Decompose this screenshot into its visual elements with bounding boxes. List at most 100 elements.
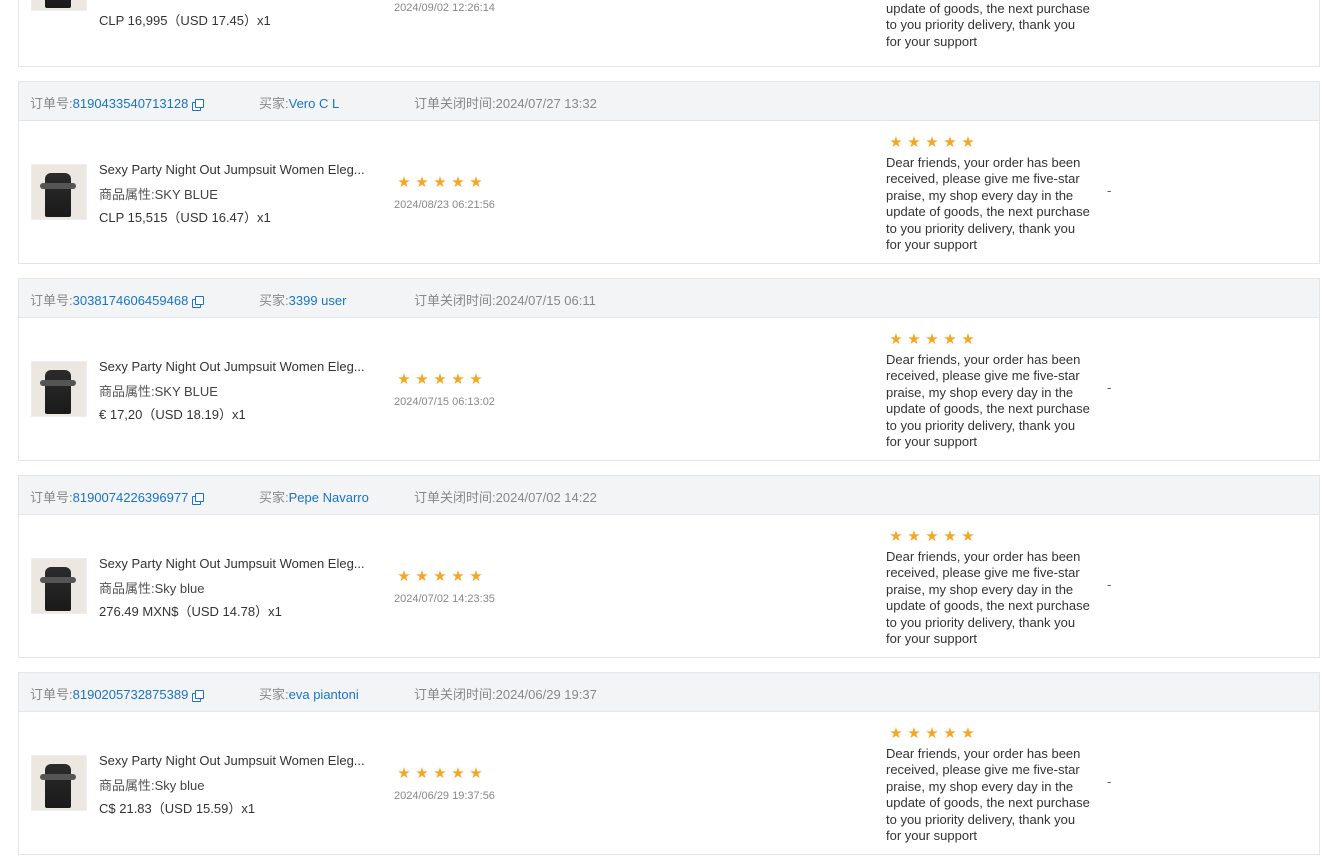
product-thumbnail[interactable] bbox=[31, 164, 87, 220]
seller-rating-stars: ★ ★ ★ ★ ★ bbox=[889, 331, 979, 348]
order-header: 订单号:8190205732875389 买家:eva piantoni 订单关… bbox=[19, 673, 1319, 712]
attribute-value: Sky blue bbox=[154, 778, 205, 793]
order-card: 订单号:3038174606459468 买家:3399 user 订单关闭时间… bbox=[18, 278, 1320, 461]
action-placeholder: - bbox=[1107, 577, 1112, 592]
order-body: Sexy Party Night Out Jumpsuit Women Eleg… bbox=[19, 515, 1319, 657]
star-icon: ★ bbox=[397, 765, 411, 782]
buyer-link[interactable]: Vero C L bbox=[289, 96, 340, 111]
product-attribute: 商品属性:SKY BLUE bbox=[99, 184, 218, 203]
buyer-group: 买家:Pepe Navarro bbox=[259, 487, 369, 506]
star-icon: ★ bbox=[943, 331, 957, 348]
order-number-link[interactable]: 8190433540713128 bbox=[73, 96, 189, 111]
star-icon: ★ bbox=[889, 331, 903, 348]
seller-reply: Dear friends, your order has been receiv… bbox=[886, 352, 1090, 450]
order-number-group: 订单号:8190074226396977 bbox=[30, 487, 205, 506]
order-header: 订单号:3038174606459468 买家:3399 user 订单关闭时间… bbox=[19, 279, 1319, 318]
buyer-link[interactable]: Pepe Navarro bbox=[289, 490, 369, 505]
order-number-label: 订单号: bbox=[30, 96, 73, 111]
product-name-link[interactable]: Sexy Party Night Out Jumpsuit Women Eleg… bbox=[99, 753, 365, 768]
star-icon: ★ bbox=[907, 528, 921, 545]
star-icon: ★ bbox=[943, 134, 957, 151]
action-placeholder: - bbox=[1107, 774, 1112, 789]
product-thumbnail[interactable] bbox=[31, 755, 87, 811]
seller-reply: Dear friends, your order has been receiv… bbox=[886, 155, 1090, 253]
star-icon: ★ bbox=[397, 568, 411, 585]
star-icon: ★ bbox=[433, 174, 447, 191]
product-thumbnail[interactable] bbox=[31, 361, 87, 417]
attribute-label: 商品属性: bbox=[99, 187, 155, 202]
star-icon: ★ bbox=[925, 725, 939, 742]
star-icon: ★ bbox=[415, 371, 429, 388]
star-icon: ★ bbox=[397, 174, 411, 191]
star-icon: ★ bbox=[415, 174, 429, 191]
star-icon: ★ bbox=[433, 568, 447, 585]
review-date: 2024/07/15 06:13:02 bbox=[394, 396, 495, 408]
product-name-link[interactable]: Sexy Party Night Out Jumpsuit Women Eleg… bbox=[99, 556, 365, 571]
buyer-rating-stars: ★ ★ ★ ★ ★ bbox=[397, 371, 487, 388]
attribute-value: Sky blue bbox=[154, 581, 205, 596]
order-number-link[interactable]: 8190074226396977 bbox=[73, 490, 189, 505]
buyer-link[interactable]: eva piantoni bbox=[289, 687, 359, 702]
review-date: 2024/08/23 06:21:56 bbox=[394, 199, 495, 211]
order-body: Sexy Party Night Out Jumpsuit Women Eleg… bbox=[19, 121, 1319, 263]
star-icon: ★ bbox=[907, 331, 921, 348]
buyer-rating-stars: ★ ★ ★ ★ ★ bbox=[397, 765, 487, 782]
product-thumbnail[interactable] bbox=[31, 0, 87, 11]
order-card-partial: CLP 16,995（USD 17.45）x1 2024/09/02 12:26… bbox=[18, 0, 1320, 67]
star-icon: ★ bbox=[907, 134, 921, 151]
copy-icon[interactable] bbox=[192, 690, 205, 702]
seller-reply: Dear friends, your order has been receiv… bbox=[886, 746, 1090, 844]
product-price: CLP 15,515（USD 16.47）x1 bbox=[99, 210, 271, 225]
closed-time-group: 订单关闭时间:2024/07/27 13:32 bbox=[414, 93, 597, 112]
star-icon: ★ bbox=[469, 174, 483, 191]
order-number-link[interactable]: 8190205732875389 bbox=[73, 687, 189, 702]
buyer-link[interactable]: 3399 user bbox=[289, 293, 347, 308]
seller-rating-stars: ★ ★ ★ ★ ★ bbox=[889, 134, 979, 151]
product-attribute: 商品属性:Sky blue bbox=[99, 775, 205, 794]
attribute-label: 商品属性: bbox=[99, 581, 155, 596]
star-icon: ★ bbox=[415, 568, 429, 585]
copy-icon[interactable] bbox=[192, 296, 205, 308]
star-icon: ★ bbox=[469, 765, 483, 782]
star-icon: ★ bbox=[451, 765, 465, 782]
buyer-rating-stars: ★ ★ ★ ★ ★ bbox=[397, 568, 487, 585]
star-icon: ★ bbox=[889, 134, 903, 151]
star-icon: ★ bbox=[943, 528, 957, 545]
review-date: 2024/09/02 12:26:14 bbox=[394, 2, 495, 14]
star-icon: ★ bbox=[451, 174, 465, 191]
star-icon: ★ bbox=[889, 725, 903, 742]
star-icon: ★ bbox=[961, 528, 975, 545]
copy-icon[interactable] bbox=[192, 99, 205, 111]
order-card: 订单号:8190205732875389 买家:eva piantoni 订单关… bbox=[18, 672, 1320, 855]
buyer-group: 买家:Vero C L bbox=[259, 93, 339, 112]
attribute-label: 商品属性: bbox=[99, 778, 155, 793]
star-icon: ★ bbox=[925, 331, 939, 348]
order-number-label: 订单号: bbox=[30, 490, 73, 505]
closed-time-value: 2024/07/15 06:11 bbox=[495, 293, 596, 308]
star-icon: ★ bbox=[943, 725, 957, 742]
star-icon: ★ bbox=[907, 725, 921, 742]
copy-icon[interactable] bbox=[192, 493, 205, 505]
closed-time-value: 2024/07/02 14:22 bbox=[495, 490, 597, 505]
buyer-label: 买家: bbox=[259, 96, 289, 111]
closed-time-label: 订单关闭时间: bbox=[414, 96, 496, 111]
product-name-link[interactable]: Sexy Party Night Out Jumpsuit Women Eleg… bbox=[99, 359, 365, 374]
star-icon: ★ bbox=[469, 568, 483, 585]
order-body: Sexy Party Night Out Jumpsuit Women Eleg… bbox=[19, 712, 1319, 854]
product-thumbnail[interactable] bbox=[31, 558, 87, 614]
product-name-link[interactable]: Sexy Party Night Out Jumpsuit Women Eleg… bbox=[99, 162, 365, 177]
order-card: 订单号:8190433540713128 买家:Vero C L 订单关闭时间:… bbox=[18, 81, 1320, 264]
closed-time-value: 2024/07/27 13:32 bbox=[495, 96, 597, 111]
order-number-group: 订单号:8190433540713128 bbox=[30, 93, 205, 112]
star-icon: ★ bbox=[961, 134, 975, 151]
order-number-group: 订单号:3038174606459468 bbox=[30, 290, 205, 309]
order-number-link[interactable]: 3038174606459468 bbox=[73, 293, 189, 308]
closed-time-label: 订单关闭时间: bbox=[414, 293, 496, 308]
seller-reply: Dear friends, your order has been receiv… bbox=[886, 549, 1090, 647]
product-price: CLP 16,995（USD 17.45）x1 bbox=[99, 13, 271, 28]
star-icon: ★ bbox=[433, 371, 447, 388]
star-icon: ★ bbox=[433, 765, 447, 782]
order-number-label: 订单号: bbox=[30, 293, 73, 308]
closed-time-group: 订单关闭时间:2024/07/15 06:11 bbox=[414, 290, 596, 309]
attribute-value: SKY BLUE bbox=[154, 187, 218, 202]
